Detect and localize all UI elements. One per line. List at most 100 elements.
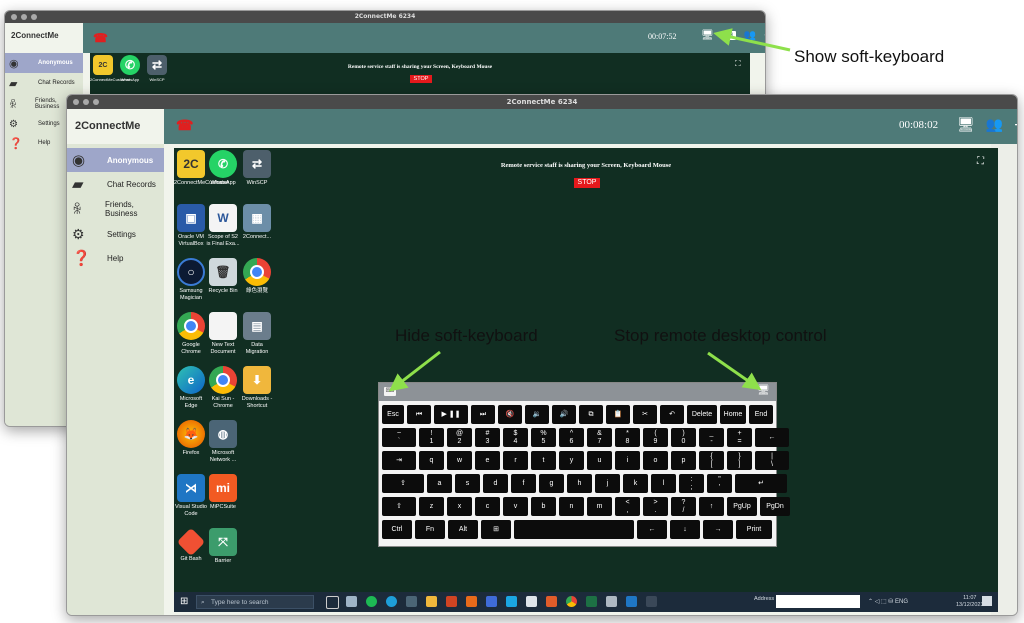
desktop-icon[interactable]: mi MiPCSuite [206, 474, 240, 511]
key[interactable]: % 5 [531, 428, 556, 447]
hangup-icon[interactable]: ☎ [93, 31, 108, 45]
key[interactable] [514, 520, 634, 539]
key[interactable]: Print [736, 520, 772, 539]
key[interactable]: i [615, 451, 640, 470]
desktop-icon[interactable]: ⋊ Visual Studio Code [174, 474, 208, 517]
key[interactable]: 🔊 [552, 405, 576, 424]
key[interactable]: Home [720, 405, 746, 424]
key[interactable]: ⇧ [382, 497, 416, 516]
key[interactable]: @ 2 [447, 428, 472, 447]
key[interactable]: ⊞ [481, 520, 511, 539]
taskbar-search[interactable]: ⌕ Type here to search [196, 595, 314, 609]
key[interactable]: c [475, 497, 500, 516]
desktop-icon[interactable]: ▣ Oracle VM VirtualBox [174, 204, 208, 247]
remote-control-icon[interactable]: 🖥 [957, 116, 975, 133]
key[interactable]: k [623, 474, 648, 493]
key[interactable]: Alt [448, 520, 478, 539]
key[interactable]: f [511, 474, 536, 493]
task-view-icon[interactable] [326, 596, 339, 609]
key[interactable]: r [503, 451, 528, 470]
key[interactable]: ) 0 [671, 428, 696, 447]
vscode-icon[interactable] [626, 596, 637, 607]
hangup-icon[interactable]: ☎ [176, 117, 193, 134]
exit-icon[interactable]: ⇥ [1014, 116, 1017, 133]
exit-icon[interactable]: ⇥ [764, 30, 765, 41]
window-controls[interactable] [73, 95, 99, 109]
key[interactable]: Esc [382, 405, 404, 424]
desktop-icon[interactable]: ◍ Microsoft Network ... [206, 420, 240, 463]
address-field[interactable] [776, 595, 860, 608]
desktop-icon[interactable]: 🗑 Recycle Bin [206, 258, 240, 295]
taskbar-app-icon[interactable] [486, 596, 497, 607]
key[interactable]: p [671, 451, 696, 470]
key[interactable]: ~ ` [382, 428, 416, 447]
front-sidebar-item-chat-records[interactable]: ▰ Chat Records [67, 172, 164, 196]
key[interactable]: { [ [699, 451, 724, 470]
desktop-icon[interactable]: 2C 2ConnectMeCustomer [174, 150, 229, 187]
key[interactable]: 🔉 [525, 405, 549, 424]
key[interactable]: n [559, 497, 584, 516]
key[interactable]: 🔇 [498, 405, 522, 424]
key[interactable]: ( 9 [643, 428, 668, 447]
lang-indicator[interactable]: ENG [895, 599, 908, 605]
hide-keyboard-icon[interactable]: ⌨ [384, 387, 396, 396]
key[interactable]: ↵ [735, 474, 787, 493]
key[interactable]: # 3 [475, 428, 500, 447]
folder-icon[interactable] [426, 596, 437, 607]
key[interactable]: < , [615, 497, 640, 516]
key[interactable]: _ - [699, 428, 724, 447]
key[interactable]: ⇪ [382, 474, 424, 493]
key[interactable]: + = [727, 428, 752, 447]
key[interactable]: u [587, 451, 612, 470]
desktop-icon[interactable]: New Text Document [206, 312, 240, 355]
taskbar-app-icon[interactable] [466, 596, 477, 607]
key[interactable]: b [531, 497, 556, 516]
taskbar-app-icon[interactable] [406, 596, 417, 607]
key[interactable]: l [651, 474, 676, 493]
fullscreen-icon[interactable]: ⛶ [977, 156, 984, 167]
front-sidebar-item-settings[interactable]: ⚙ Settings [67, 222, 164, 246]
stop-remote-control-icon[interactable]: 🖥 [757, 385, 770, 396]
desktop-icon[interactable]: ⤧ Barrier [206, 528, 240, 565]
window-controls[interactable] [11, 11, 37, 23]
key[interactable]: t [531, 451, 556, 470]
taskbar-app-icon[interactable] [546, 596, 557, 607]
key[interactable]: PgDn [760, 497, 790, 516]
desktop-icon[interactable]: ○ Samsung Magician [174, 258, 208, 301]
desktop-icon[interactable]: ⇄ WinSCP [144, 55, 170, 82]
show-keyboard-icon[interactable]: ⌨ [721, 31, 736, 40]
key[interactable]: * 8 [615, 428, 640, 447]
excel-icon[interactable] [586, 596, 597, 607]
fullscreen-icon[interactable]: ⛶ [735, 59, 741, 69]
chrome-icon[interactable] [566, 596, 577, 607]
key[interactable]: ^ 6 [559, 428, 584, 447]
notification-icon[interactable] [982, 596, 992, 606]
key[interactable]: a [427, 474, 452, 493]
key[interactable]: & 7 [587, 428, 612, 447]
key[interactable]: ▶ ❚❚ [434, 405, 468, 424]
key[interactable]: ← [755, 428, 789, 447]
taskbar-app-icon[interactable] [526, 596, 537, 607]
key[interactable]: 📋 [606, 405, 630, 424]
start-icon[interactable]: ⊞ [180, 596, 188, 607]
desktop-icon[interactable]: ⇄ WinSCP [240, 150, 274, 187]
key[interactable]: g [539, 474, 564, 493]
desktop-icon[interactable]: Git Bash [174, 527, 208, 563]
key[interactable]: > . [643, 497, 668, 516]
taskbar-app-icon[interactable] [606, 596, 617, 607]
back-sidebar-item-chat-records[interactable]: ▰ Chat Records [5, 73, 83, 93]
front-sidebar-item-help[interactable]: ❓ Help [67, 246, 164, 270]
add-friend-icon[interactable]: 👥 [744, 30, 756, 41]
powerpoint-icon[interactable] [446, 596, 457, 607]
key[interactable]: } ] [727, 451, 752, 470]
desktop-icon[interactable]: ✆ WhatsApp [206, 150, 240, 187]
key[interactable]: q [419, 451, 444, 470]
key[interactable]: ⇥ [382, 451, 416, 470]
key[interactable]: ↶ [660, 405, 684, 424]
key[interactable]: w [447, 451, 472, 470]
key[interactable]: h [567, 474, 592, 493]
desktop-icon[interactable]: ✆ WhatsApp [117, 55, 143, 82]
desktop-icon[interactable]: ⬇ Downloads - Shortcut [240, 366, 274, 409]
taskbar-clock[interactable]: 11:07 13/12/2023 [956, 595, 984, 609]
key[interactable]: d [483, 474, 508, 493]
